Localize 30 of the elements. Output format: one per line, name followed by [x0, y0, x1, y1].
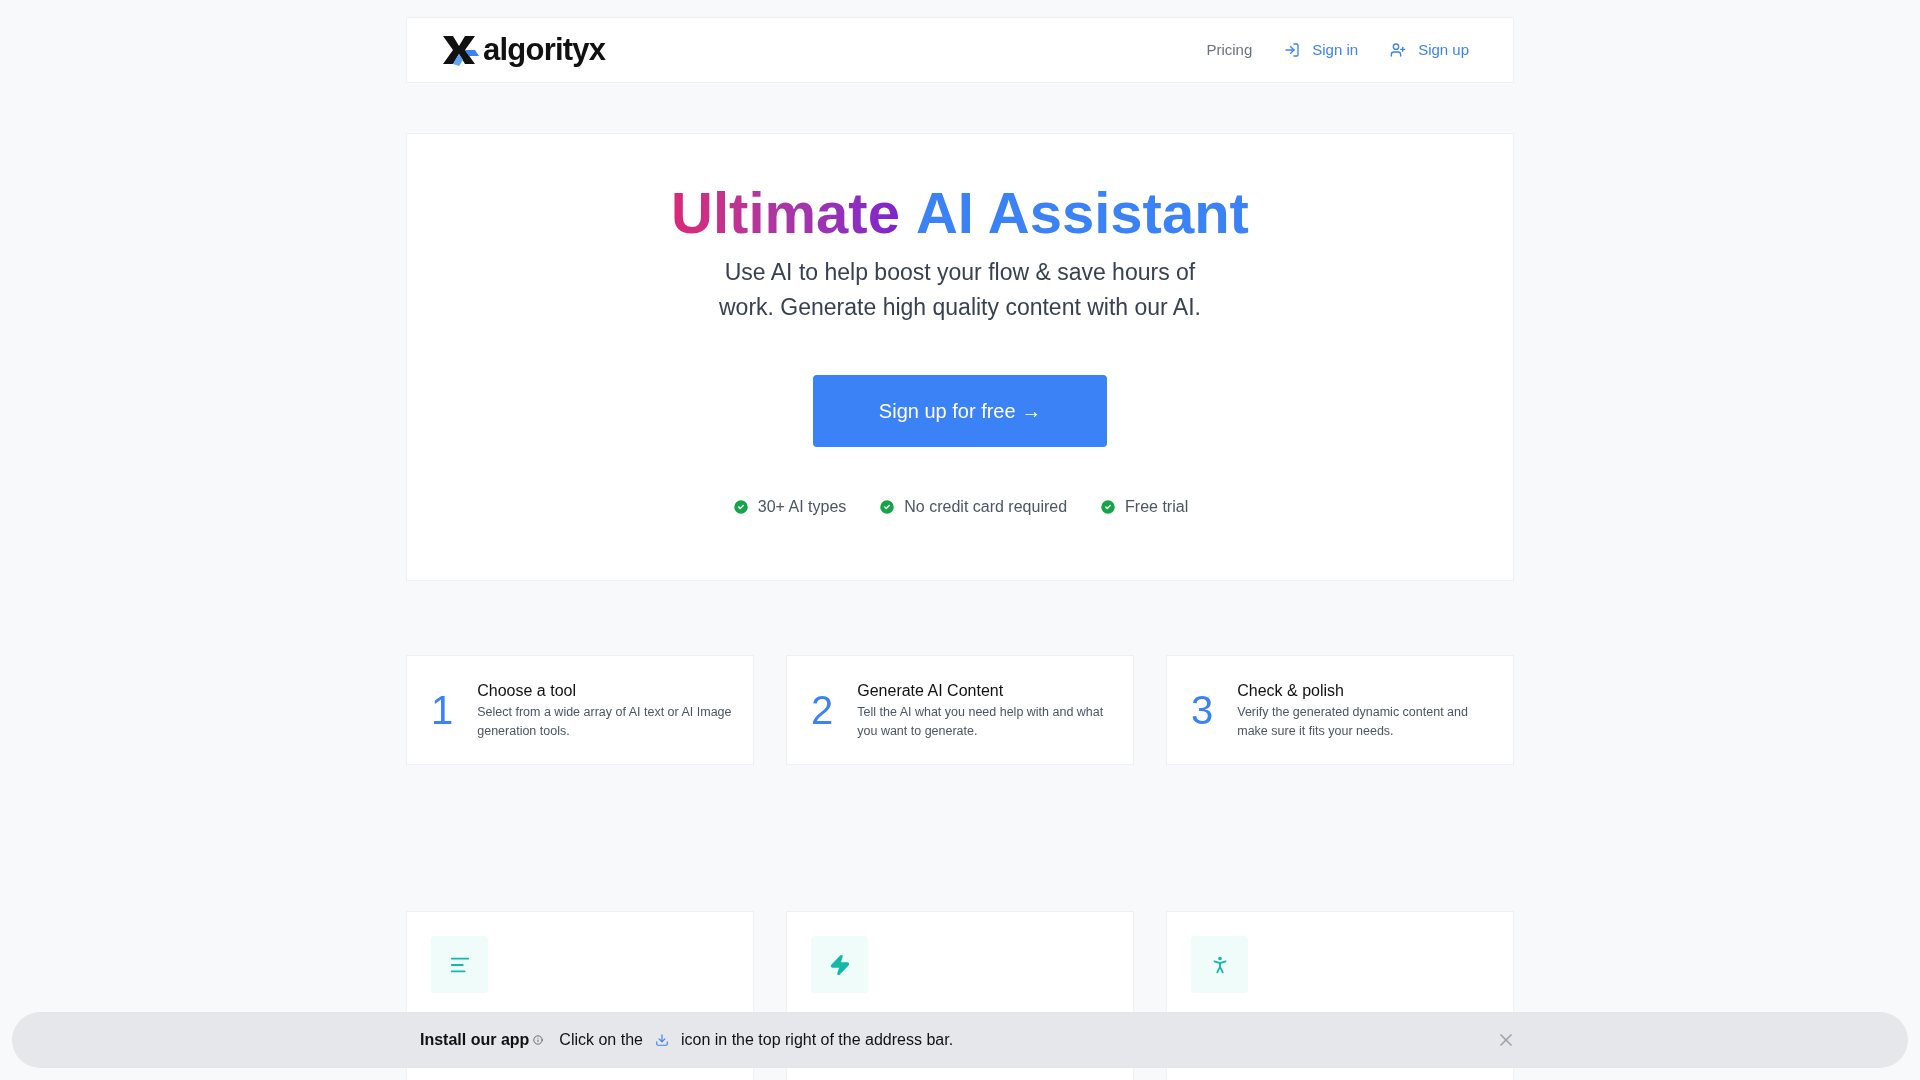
step-number: 2: [811, 687, 834, 734]
step-description: Select from a wide array of AI text or AI Image generation tools.: [477, 704, 733, 740]
sign-up-link[interactable]: Sign up: [1390, 38, 1469, 62]
check-circle-icon: [1099, 497, 1118, 516]
step-title: Generate AI Content: [857, 681, 1005, 701]
user-plus-icon: [1390, 42, 1407, 58]
hero-subtitle: Use AI to help boost your flow & save hours of work. Generate high quality content with our AI.: [718, 257, 1202, 322]
sign-in-icon: [1284, 42, 1301, 58]
pricing-link[interactable]: Pricing: [1206, 38, 1253, 62]
install-text: icon in the top right of the address bar.: [680, 1030, 954, 1050]
step-number: 3: [1191, 687, 1214, 734]
step-number: 1: [431, 687, 454, 734]
hero-title: Ultimate AI Assistant: [671, 180, 1249, 247]
perk-text: No credit card required: [904, 496, 1068, 517]
sign-in-link[interactable]: Sign in: [1284, 38, 1359, 62]
check-circle-icon: [878, 497, 897, 516]
install-text: Click on the: [559, 1030, 643, 1050]
check-circle-icon: [731, 497, 750, 516]
step-description: Tell the AI what you need help with and what you want to generate.: [857, 704, 1105, 740]
perk-text: Free trial: [1125, 496, 1189, 517]
perk-text: 30+ AI types: [757, 496, 847, 517]
step-title: Check & polish: [1237, 681, 1345, 701]
step-title: Choose a tool: [477, 681, 577, 701]
step-description: Verify the generated dynamic content and make sure it fits your needs.: [1237, 704, 1469, 740]
sign-up-free-button[interactable]: Sign up for free →: [813, 374, 1107, 447]
download-icon: [654, 1033, 669, 1047]
install-app-title: Install our app: [420, 1030, 530, 1050]
info-icon: [533, 1035, 544, 1045]
lightning-icon: [828, 953, 851, 976]
brand-name: algorityx: [483, 30, 606, 69]
